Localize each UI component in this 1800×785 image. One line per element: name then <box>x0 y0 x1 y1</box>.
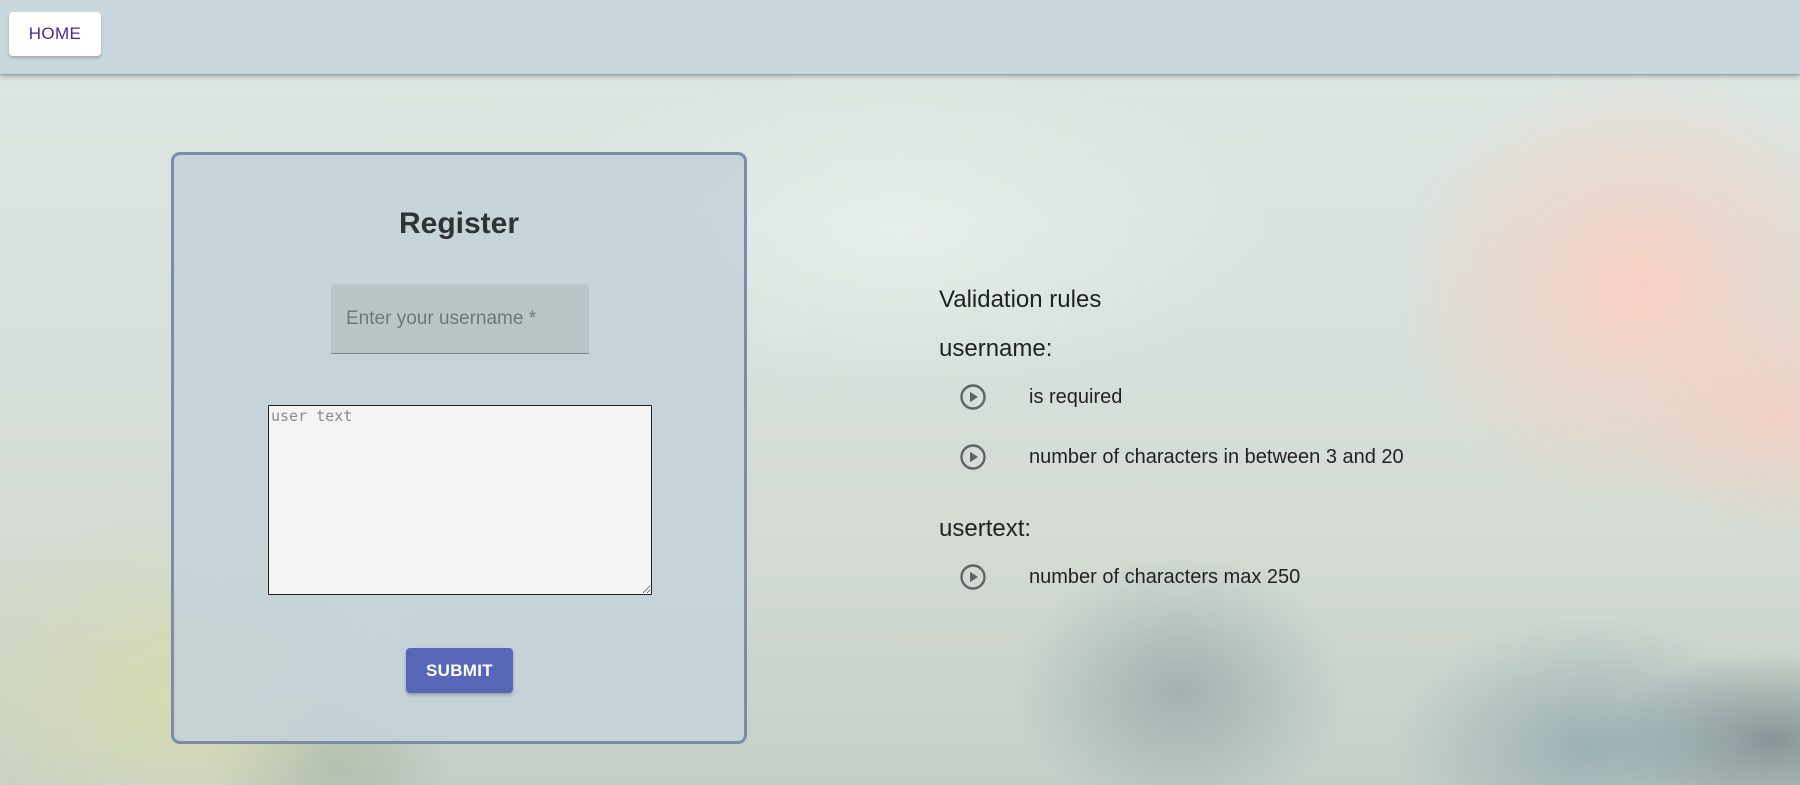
rule-item: number of characters max 250 <box>958 562 1618 592</box>
rule-item: is required <box>958 382 1618 412</box>
username-rules-heading: username: <box>939 335 1053 362</box>
register-card: Register SUBMIT <box>171 152 747 744</box>
play-circle-outline-icon <box>958 562 988 592</box>
usertext-rules-heading: usertext: <box>939 515 1032 542</box>
usertext-textarea[interactable] <box>268 405 652 595</box>
home-button[interactable]: HOME <box>9 12 101 56</box>
username-field[interactable] <box>331 284 589 354</box>
play-circle-outline-icon <box>958 442 988 472</box>
rule-text: number of characters in between 3 and 20 <box>1029 445 1404 468</box>
validation-rules-title: Validation rules <box>939 286 1102 313</box>
submit-button[interactable]: SUBMIT <box>406 648 513 693</box>
play-circle-outline-icon <box>958 382 988 412</box>
username-input[interactable] <box>331 284 589 353</box>
register-title: Register <box>398 207 520 240</box>
rule-text: number of characters max 250 <box>1029 565 1301 588</box>
rule-text: is required <box>1029 385 1123 408</box>
rule-item: number of characters in between 3 and 20 <box>958 442 1618 472</box>
app-bar: HOME <box>0 0 1800 74</box>
